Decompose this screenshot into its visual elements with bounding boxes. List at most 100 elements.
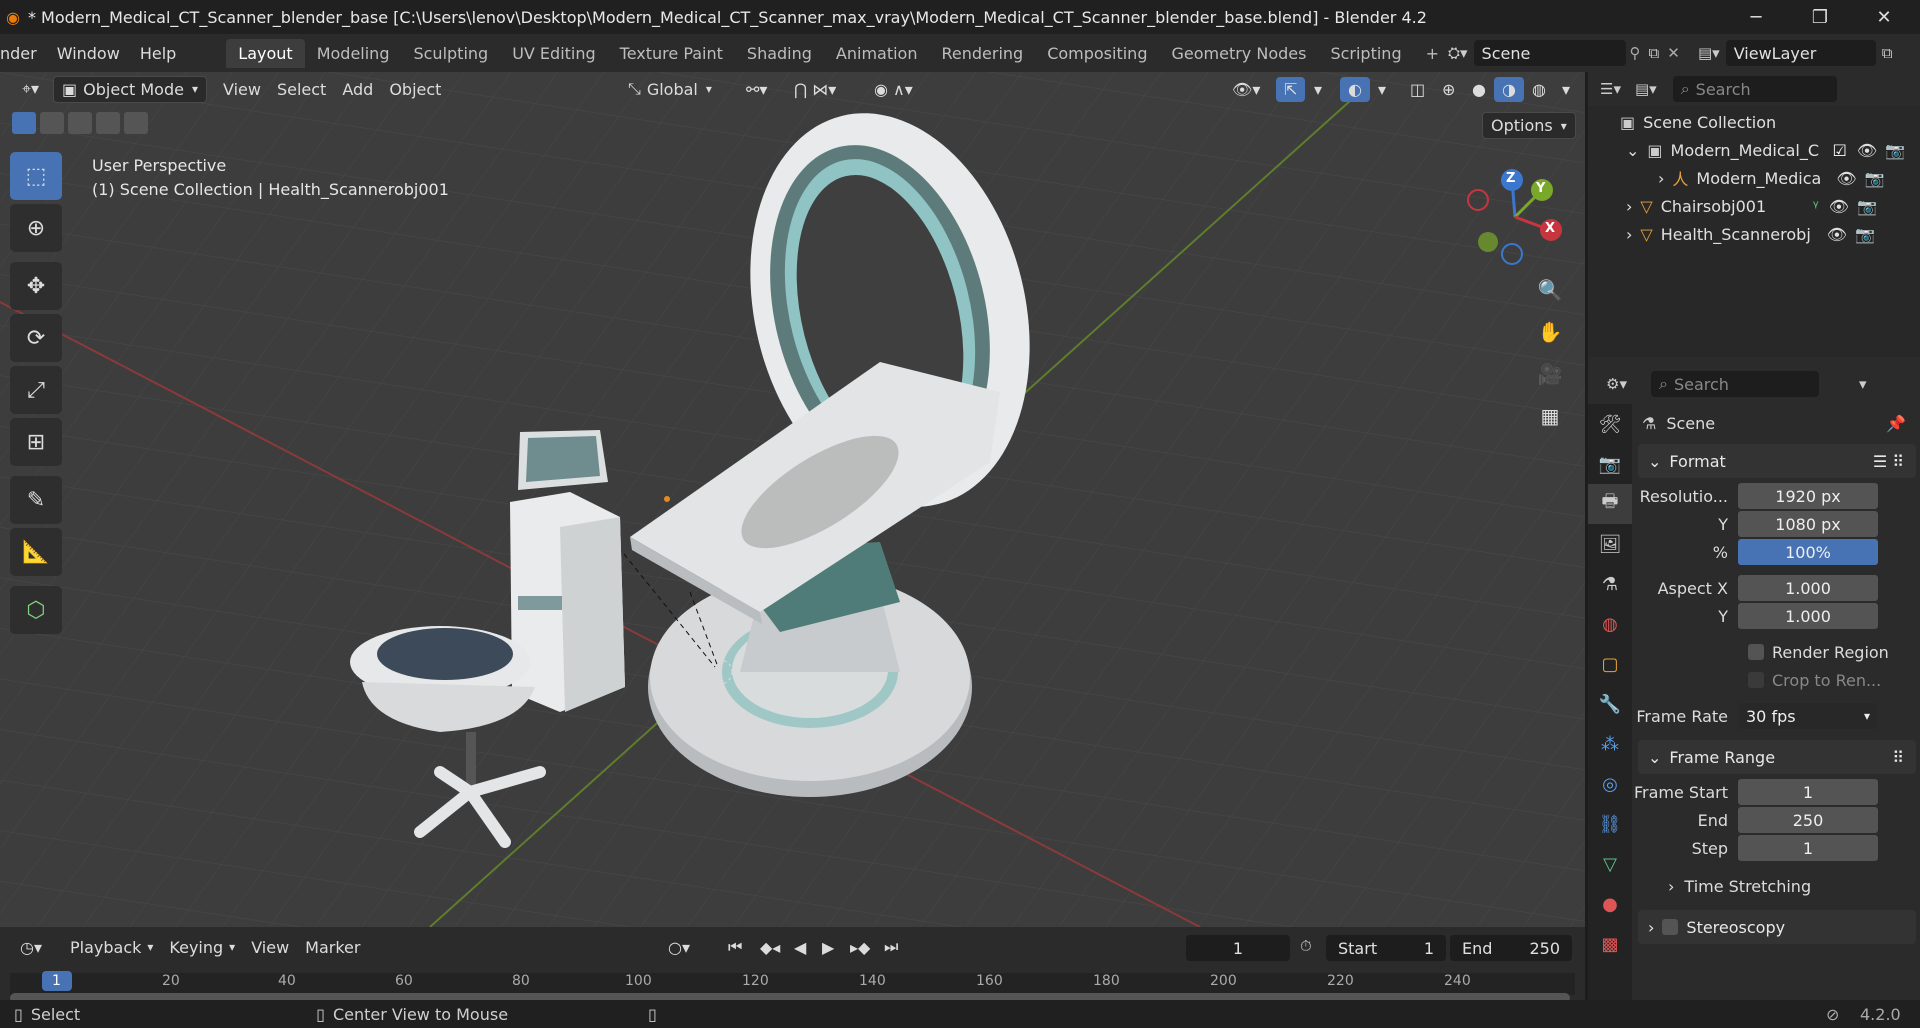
view-layer-tab-icon[interactable]: 🖼 (1588, 524, 1632, 564)
render-region-checkbox[interactable] (1748, 644, 1764, 660)
select-new-icon[interactable] (12, 112, 36, 134)
play-icon[interactable]: ▶ (814, 935, 842, 960)
resolution-y-field[interactable]: 1080 px (1738, 511, 1878, 537)
tab-uv-editing[interactable]: UV Editing (500, 39, 607, 68)
tab-layout[interactable]: Layout (226, 38, 305, 68)
expand-chevron-icon[interactable]: › (1626, 225, 1632, 244)
menu-view[interactable]: View (215, 77, 269, 102)
add-cube-tool-icon[interactable]: ⬡ (10, 586, 62, 634)
xray-icon[interactable]: ◫ (1402, 77, 1433, 102)
perspective-toggle-icon[interactable]: ▦ (1530, 396, 1570, 436)
eye-icon[interactable]: 👁 (1827, 225, 1847, 244)
play-reverse-icon[interactable]: ◀ (786, 935, 814, 960)
resolution-x-field[interactable]: 1920 px (1738, 483, 1878, 509)
measure-tool-icon[interactable]: 📐 (10, 528, 62, 576)
3d-viewport[interactable]: ⌖▾ ▣ Object Mode ▾ View Select Add Objec… (0, 72, 1585, 927)
options-dropdown[interactable]: Options ▾ (1482, 112, 1576, 139)
render-tab-icon[interactable]: 📷 (1588, 444, 1632, 484)
tab-geometry-nodes[interactable]: Geometry Nodes (1159, 39, 1318, 68)
overlays-dropdown-icon[interactable]: ▾ (1370, 77, 1394, 102)
jump-end-icon[interactable]: ⏭ (876, 934, 906, 960)
preview-range-icon[interactable]: ⏱ (1300, 937, 1312, 955)
shading-rendered-icon[interactable]: ◍ (1524, 77, 1554, 102)
presets-icon[interactable]: ☰ ⠿ (1873, 452, 1904, 471)
tab-texture-paint[interactable]: Texture Paint (608, 39, 735, 68)
mode-dropdown[interactable]: ▣ Object Mode ▾ (53, 75, 207, 103)
shading-wireframe-icon[interactable]: ⊕ (1434, 77, 1463, 102)
jump-prev-keyframe-icon[interactable]: ◆◂ (752, 935, 788, 960)
tab-scripting[interactable]: Scripting (1318, 39, 1413, 68)
texture-tab-icon[interactable]: ▩ (1588, 924, 1632, 964)
menu-render[interactable]: nder (0, 44, 47, 63)
tab-modeling[interactable]: Modeling (305, 39, 402, 68)
eye-icon[interactable]: 👁 (1857, 141, 1877, 160)
tab-compositing[interactable]: Compositing (1035, 39, 1159, 68)
shading-material-icon[interactable]: ◑ (1494, 76, 1524, 102)
scale-tool-icon[interactable]: ⤢ (10, 366, 62, 414)
world-tab-icon[interactable]: ◍ (1588, 604, 1632, 644)
camera-icon[interactable]: 📷 (1855, 225, 1875, 244)
render-region-row[interactable]: Render Region (1632, 638, 1920, 666)
timeline-editor-type-icon[interactable]: ◷▾ (12, 935, 50, 960)
camera-icon[interactable]: 📷 (1865, 169, 1885, 188)
time-stretching-subpanel[interactable]: › Time Stretching (1632, 872, 1920, 900)
constraints-tab-icon[interactable]: ⛓ (1588, 804, 1632, 844)
outliner-row-armature[interactable]: › 人 Modern_Medica 👁 📷 (1588, 164, 1920, 192)
outliner-row-collection[interactable]: ⌄ ▣ Modern_Medical_C ☑ 👁 📷 (1588, 136, 1920, 164)
current-frame-field[interactable]: 1 (1186, 935, 1290, 961)
new-viewlayer-icon[interactable]: ⧉ (1882, 44, 1893, 62)
pan-hand-icon[interactable]: ✋ (1530, 312, 1570, 352)
new-scene-icon[interactable]: ⧉ (1649, 44, 1660, 62)
physics-tab-icon[interactable]: ◎ (1588, 764, 1632, 804)
close-button[interactable]: ✕ (1856, 0, 1912, 34)
menu-select[interactable]: Select (269, 77, 334, 102)
shading-dropdown-icon[interactable]: ▾ (1554, 77, 1578, 102)
material-tab-icon[interactable]: ● (1588, 884, 1632, 924)
restore-button[interactable]: ❐ (1792, 0, 1848, 34)
frame-rate-dropdown[interactable]: 30 fps ▾ (1738, 703, 1878, 729)
menu-timeline-view[interactable]: View (243, 935, 297, 960)
menu-object[interactable]: Object (381, 77, 449, 102)
checkbox-icon[interactable]: ☑ (1833, 141, 1847, 160)
overlays-toggle-icon[interactable]: ◐ (1340, 76, 1370, 102)
camera-icon[interactable]: 📷 (1885, 141, 1905, 160)
format-panel-header[interactable]: ⌄ Format ☰ ⠿ (1638, 444, 1916, 478)
object-tab-icon[interactable]: ▢ (1588, 644, 1632, 684)
tool-tab-icon[interactable]: 🛠 (1588, 404, 1632, 444)
data-tab-icon[interactable]: ▽ (1588, 844, 1632, 884)
move-tool-icon[interactable]: ✥ (10, 262, 62, 310)
stereoscopy-panel-header[interactable]: › Stereoscopy (1638, 910, 1916, 944)
menu-help[interactable]: Help (130, 44, 186, 63)
annotate-tool-icon[interactable]: ✎ (10, 476, 62, 524)
expand-chevron-icon[interactable]: › (1626, 197, 1632, 216)
tab-rendering[interactable]: Rendering (929, 39, 1035, 68)
outliner-row-health-scanner[interactable]: › ▽ Health_Scannerobj 👁 📷 (1588, 220, 1920, 248)
crop-region-checkbox[interactable] (1748, 672, 1764, 688)
end-frame-field[interactable]: End 250 (1450, 935, 1572, 961)
menu-window[interactable]: Window (47, 44, 130, 63)
select-box-tool-icon[interactable]: ⬚ (10, 152, 62, 200)
tab-animation[interactable]: Animation (824, 39, 930, 68)
zoom-icon[interactable]: 🔍 (1530, 270, 1570, 310)
properties-search-input[interactable]: ⌕ Search (1650, 371, 1819, 397)
shading-solid-icon[interactable]: ● (1464, 77, 1494, 102)
add-workspace-button[interactable]: + (1414, 39, 1451, 68)
menu-marker[interactable]: Marker (297, 935, 368, 960)
eye-icon[interactable]: 👁 (1829, 197, 1849, 216)
viewlayer-field[interactable]: ViewLayer (1725, 40, 1876, 66)
frame-start-field[interactable]: 1 (1738, 779, 1878, 805)
stereoscopy-checkbox[interactable] (1662, 919, 1679, 935)
visibility-icon[interactable]: 👁▾ (1224, 77, 1268, 102)
expand-chevron-icon[interactable]: › (1658, 169, 1664, 188)
scene-tab-icon[interactable]: ⚗ (1588, 564, 1632, 604)
expand-chevron-icon[interactable]: ⌄ (1626, 141, 1639, 160)
aspect-y-field[interactable]: 1.000 (1738, 603, 1878, 629)
pin-icon[interactable]: ⚲ (1630, 44, 1641, 62)
jump-start-icon[interactable]: ⏮ (720, 934, 750, 960)
outliner-scene-collection[interactable]: ▣ Scene Collection (1588, 108, 1920, 136)
gizmo-toggle-icon[interactable]: ⇱ (1276, 76, 1306, 102)
menu-playback[interactable]: Playback ▾ (62, 935, 161, 960)
pivot-point-icon[interactable]: ⚯▾ (738, 77, 775, 102)
output-tab-icon[interactable]: 🖶 (1588, 484, 1632, 524)
resolution-percent-field[interactable]: 100% (1738, 539, 1878, 565)
